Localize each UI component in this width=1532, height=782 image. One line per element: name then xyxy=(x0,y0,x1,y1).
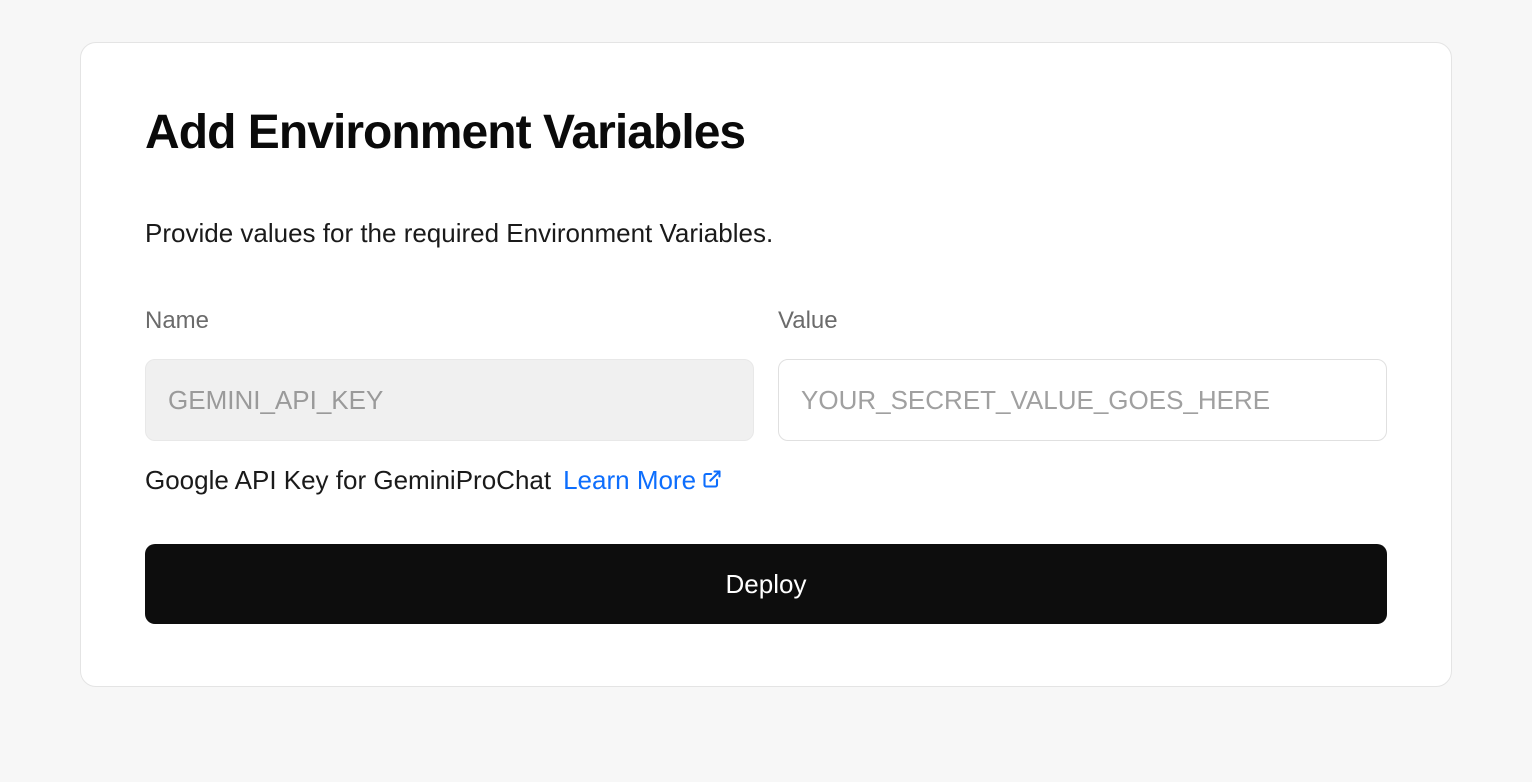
name-label: Name xyxy=(145,307,754,335)
card-title: Add Environment Variables xyxy=(145,105,1387,160)
env-variables-card: Add Environment Variables Provide values… xyxy=(80,42,1452,687)
name-input xyxy=(145,359,754,441)
helper-row: Google API Key for GeminiProChat Learn M… xyxy=(145,465,1387,496)
deploy-button[interactable]: Deploy xyxy=(145,544,1387,624)
form-row: Name Value xyxy=(145,307,1387,441)
external-link-icon xyxy=(702,465,722,496)
value-label: Value xyxy=(778,307,1387,335)
learn-more-text: Learn More xyxy=(563,465,696,496)
value-group: Value xyxy=(778,307,1387,441)
card-description: Provide values for the required Environm… xyxy=(145,218,1387,249)
name-group: Name xyxy=(145,307,754,441)
value-input[interactable] xyxy=(778,359,1387,441)
helper-text: Google API Key for GeminiProChat xyxy=(145,465,551,496)
learn-more-link[interactable]: Learn More xyxy=(563,465,722,496)
